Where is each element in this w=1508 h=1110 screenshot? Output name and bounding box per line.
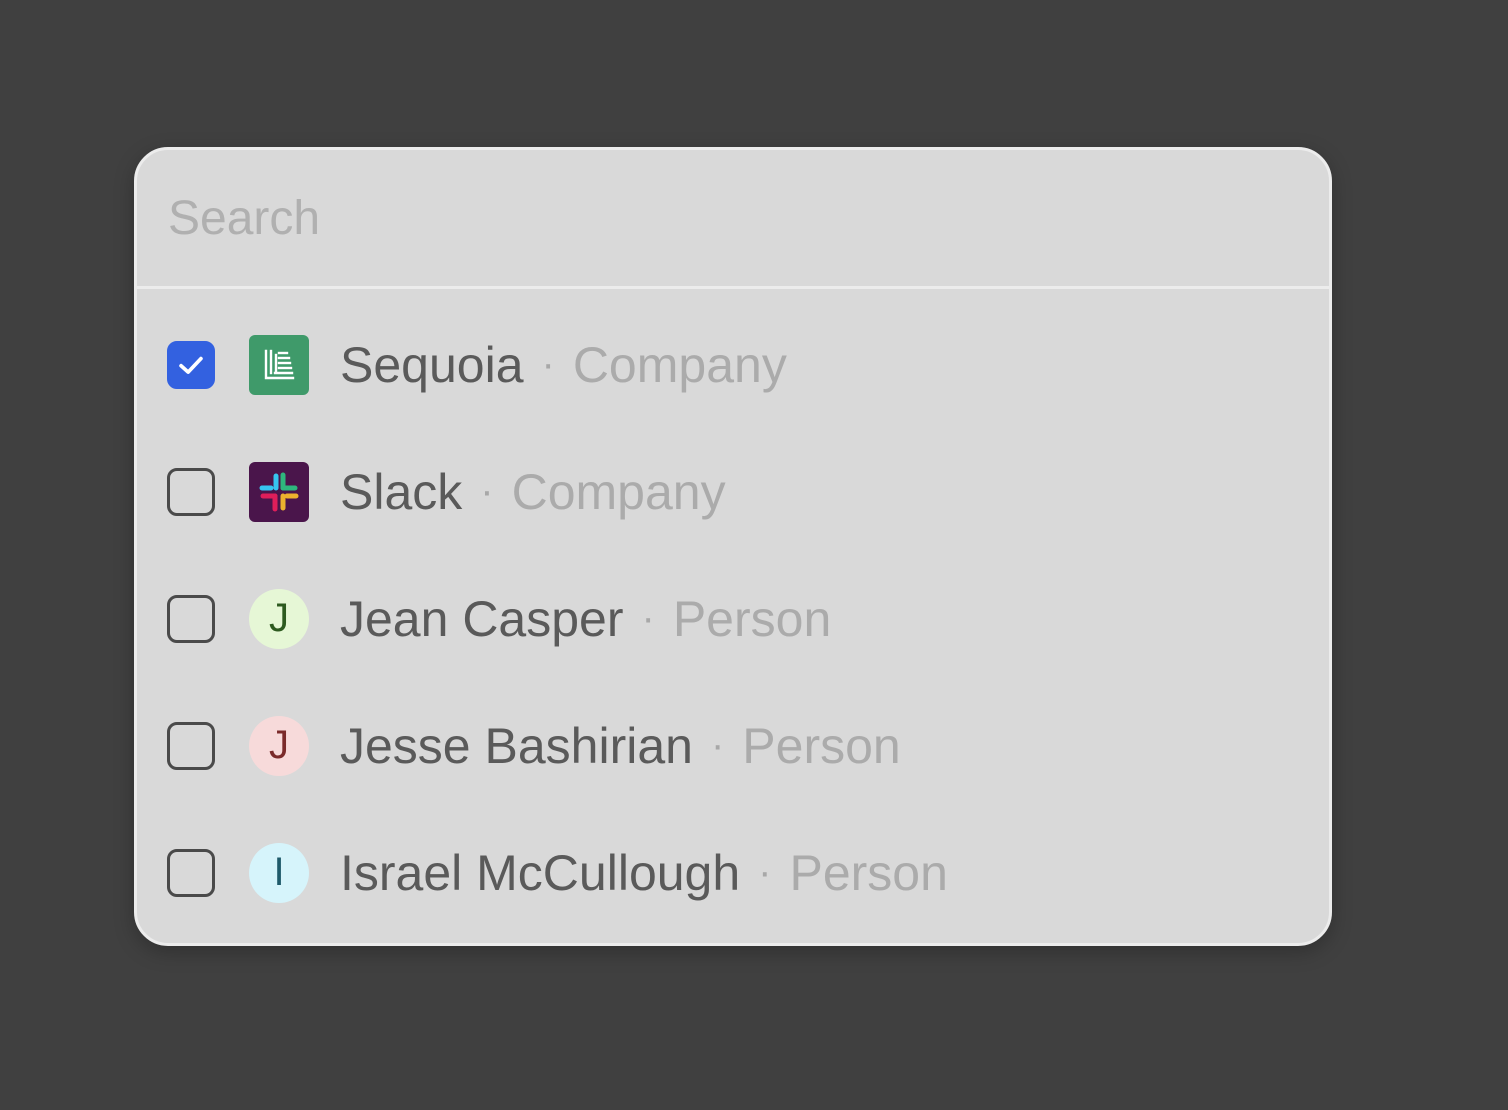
item-type: Company — [572, 336, 787, 393]
results-list: Sequoia · Company Slack · Company J Jean… — [137, 289, 1329, 936]
item-name: Jean Casper — [340, 590, 624, 647]
avatar: J — [249, 715, 309, 776]
search-input[interactable] — [168, 190, 1068, 246]
checkbox-unchecked[interactable] — [167, 467, 215, 516]
avatar-initial: J — [269, 723, 289, 767]
avatar-initial: I — [273, 850, 285, 894]
checkbox-checked[interactable] — [167, 340, 215, 389]
item-type: Person — [789, 844, 948, 901]
separator-dot: · — [541, 342, 555, 386]
item-type: Person — [672, 590, 832, 647]
list-item-israel-mccullough[interactable]: I Israel McCullough · Person — [137, 809, 1329, 936]
checkbox-unchecked[interactable] — [167, 594, 215, 643]
separator-dot: · — [758, 850, 772, 894]
item-name: Israel McCullough — [340, 844, 741, 901]
avatar-initial: J — [269, 596, 289, 640]
search-bar — [137, 150, 1329, 289]
separator-dot: · — [710, 723, 725, 767]
sequoia-logo-icon — [249, 334, 309, 395]
item-type: Person — [742, 717, 901, 774]
check-icon — [179, 356, 203, 374]
separator-dot: · — [641, 596, 655, 640]
avatar: I — [249, 842, 309, 903]
separator-dot: · — [480, 469, 494, 513]
checkbox-unchecked[interactable] — [167, 721, 215, 770]
item-name: Slack — [340, 463, 463, 520]
avatar: J — [249, 588, 309, 649]
checkbox-unchecked[interactable] — [167, 848, 215, 897]
item-name: Sequoia — [340, 336, 524, 393]
list-item-sequoia[interactable]: Sequoia · Company — [137, 301, 1329, 428]
item-type: Company — [511, 463, 726, 520]
entity-picker-popover: Sequoia · Company — [134, 147, 1332, 946]
list-item-jesse-bashirian[interactable]: J Jesse Bashirian · Person — [137, 682, 1329, 809]
item-name: Jesse Bashirian — [340, 717, 693, 774]
list-item-jean-casper[interactable]: J Jean Casper · Person — [137, 555, 1329, 682]
slack-logo-icon — [249, 461, 309, 522]
list-item-slack[interactable]: Slack · Company — [137, 428, 1329, 555]
